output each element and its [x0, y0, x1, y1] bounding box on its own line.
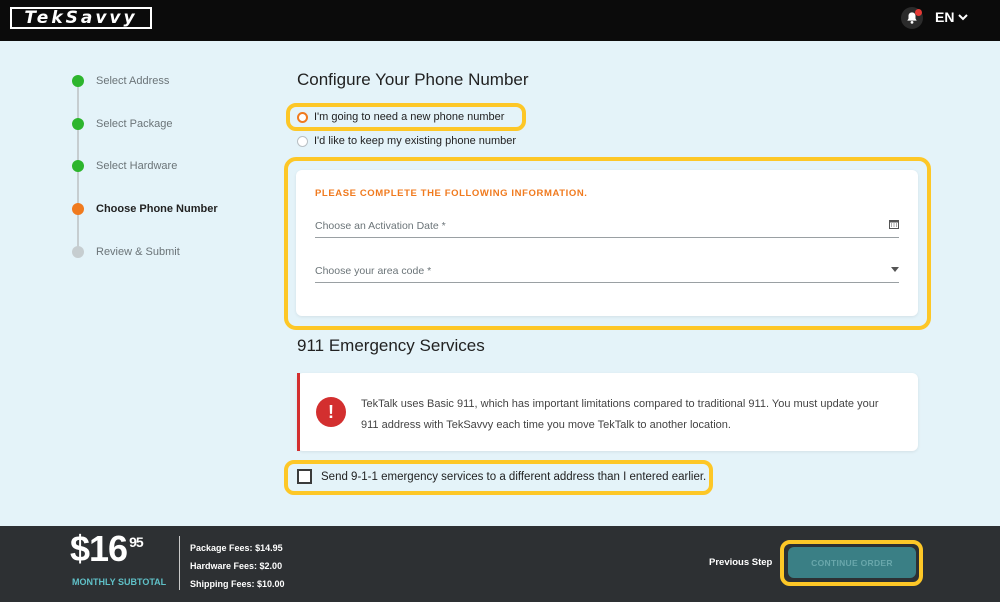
step-label: Review & Submit [96, 246, 180, 258]
activation-date-placeholder: Choose an Activation Date * [315, 220, 446, 232]
step-complete-icon [72, 160, 84, 172]
continue-order-button[interactable]: CONTINUE ORDER [788, 547, 916, 578]
subtotal-label: MONTHLY SUBTOTAL [72, 577, 167, 587]
top-bar: TekSavvy EN [0, 0, 1000, 41]
language-label: EN [935, 9, 955, 25]
fee-row: Shipping Fees: $10.00 [190, 575, 285, 593]
price-cents: 95 [129, 534, 144, 550]
fee-label: Hardware Fees: [190, 561, 258, 571]
notification-badge [915, 9, 922, 16]
fee-row: Hardware Fees: $2.00 [190, 557, 285, 575]
step-complete-icon [72, 75, 84, 87]
fee-label: Package Fees: [190, 543, 253, 553]
step-label: Select Address [96, 75, 170, 87]
step-select-package[interactable]: Select Package [72, 118, 172, 130]
step-review-submit: Review & Submit [72, 246, 180, 258]
notification-bell-icon[interactable] [901, 7, 923, 29]
fee-label: Shipping Fees: [190, 579, 255, 589]
fee-value: $10.00 [257, 579, 285, 589]
notice-line: 911 address with TekSavvy each time you … [361, 419, 731, 431]
step-active-icon [72, 203, 84, 215]
fee-value: $2.00 [259, 561, 283, 571]
notice-line: TekTalk uses Basic 911, which has import… [361, 398, 879, 410]
step-label: Select Package [96, 118, 173, 130]
area-code-select[interactable]: Choose your area code * [315, 265, 899, 283]
step-select-address[interactable]: Select Address [72, 75, 169, 87]
radio-label: I'm going to need a new phone number [314, 111, 505, 123]
alert-icon: ! [316, 397, 346, 427]
fee-row: Package Fees: $14.95 [190, 539, 285, 557]
step-choose-phone-number: Choose Phone Number [72, 203, 218, 215]
teksavvy-logo[interactable]: TekSavvy [10, 7, 152, 29]
radio-unselected-icon[interactable] [297, 135, 308, 147]
notice-accent-bar [297, 373, 300, 451]
step-label: Choose Phone Number [96, 203, 218, 215]
page-title: Configure Your Phone Number [297, 70, 529, 89]
chevron-down-icon [958, 13, 969, 20]
step-select-hardware[interactable]: Select Hardware [72, 160, 177, 172]
emergency-title: 911 Emergency Services [297, 336, 485, 355]
step-label: Select Hardware [96, 160, 178, 172]
radio-new-number[interactable]: I'm going to need a new phone number [297, 111, 504, 123]
fee-value: $14.95 [255, 543, 283, 553]
calendar-icon[interactable] [889, 219, 899, 229]
emergency-notice-text: TekTalk uses Basic 911, which has import… [361, 394, 899, 436]
different-address-checkbox[interactable] [297, 469, 312, 484]
step-complete-icon [72, 118, 84, 130]
area-code-placeholder: Choose your area code * [315, 265, 432, 277]
monthly-price: $16 95 [70, 528, 144, 570]
activation-date-field[interactable]: Choose an Activation Date * [315, 220, 899, 238]
form-title: PLEASE COMPLETE THE FOLLOWING INFORMATIO… [315, 188, 588, 199]
radio-selected-icon[interactable] [297, 111, 308, 123]
footer-divider [179, 536, 180, 590]
price-dollars: $16 [70, 528, 128, 569]
language-selector[interactable]: EN [935, 9, 969, 25]
previous-step-link[interactable]: Previous Step [709, 557, 772, 568]
radio-keep-number[interactable]: I'd like to keep my existing phone numbe… [297, 135, 516, 147]
step-pending-icon [72, 246, 84, 258]
radio-label: I'd like to keep my existing phone numbe… [314, 135, 517, 147]
checkbox-label[interactable]: Send 9-1-1 emergency services to a diffe… [321, 471, 706, 483]
fees-list: Package Fees: $14.95 Hardware Fees: $2.0… [190, 539, 285, 593]
dropdown-arrow-icon[interactable] [891, 267, 899, 272]
